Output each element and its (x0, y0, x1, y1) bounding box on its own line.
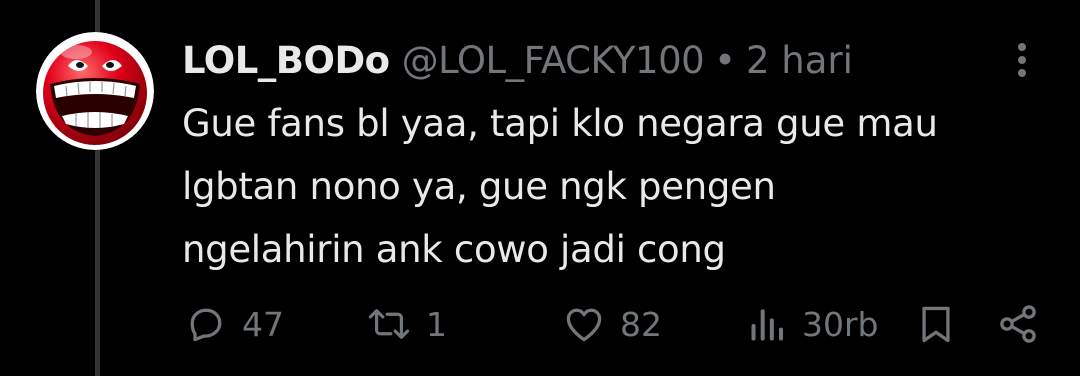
more-options-button[interactable] (1002, 40, 1042, 80)
like-count: 82 (620, 304, 662, 344)
avatar[interactable] (36, 32, 154, 150)
separator-dot: • (714, 38, 736, 82)
share-icon (1000, 305, 1036, 343)
more-vertical-icon (1018, 43, 1026, 77)
user-handle[interactable]: @LOL_FACKY100 (402, 39, 705, 82)
tweet-text-line: lgbtan nono ya, gue ngk pengen (182, 165, 776, 208)
bookmark-button[interactable] (914, 296, 958, 352)
display-name[interactable]: LOL_BODo (182, 39, 390, 82)
timestamp[interactable]: 2 hari (746, 39, 853, 82)
share-button[interactable] (996, 296, 1040, 352)
tweet-header: LOL_BODo @LOL_FACKY100 • 2 hari (182, 36, 853, 84)
views-button[interactable]: 30rb (748, 296, 879, 352)
view-count: 30rb (802, 304, 879, 344)
like-button[interactable]: 82 (562, 296, 662, 352)
retweet-button[interactable]: 1 (366, 296, 447, 352)
red-laughing-face-icon (36, 32, 154, 150)
tweet-text: Gue fans bl yaa, tapi klo negara gue mau… (182, 92, 1042, 281)
retweet-icon (368, 309, 410, 339)
views-chart-icon (751, 309, 784, 341)
heart-icon (566, 308, 602, 342)
tweet-text-line: ngelahirin ank cowo jadi cong (182, 228, 726, 271)
tweet-text-line: Gue fans bl yaa, tapi klo negara gue mau (182, 102, 938, 145)
reply-count: 47 (242, 304, 284, 344)
bookmark-icon (922, 306, 950, 343)
action-bar: 47 1 82 30rb (0, 296, 1080, 352)
retweet-count: 1 (426, 304, 447, 344)
reply-button[interactable]: 47 (184, 296, 284, 352)
reply-icon (190, 308, 222, 342)
